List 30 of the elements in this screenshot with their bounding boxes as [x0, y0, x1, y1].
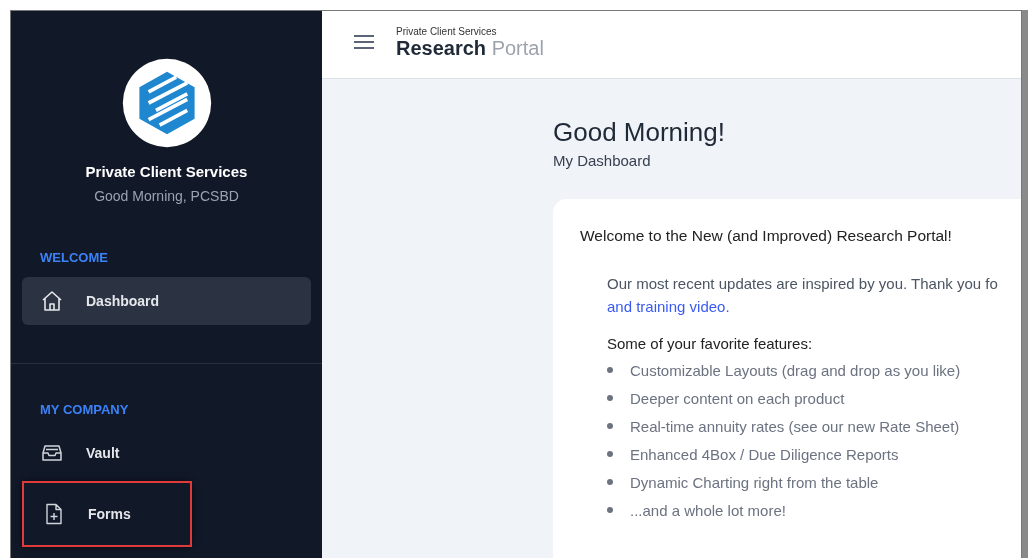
bullet-icon: [607, 479, 613, 485]
paragraph-text: Our most recent updates are inspired by you. Thank you fo: [607, 275, 998, 292]
feature-text: Real-time annuity rates (see our new Rate Sheet): [630, 417, 960, 435]
company-name: Private Client Services: [84, 163, 249, 180]
nav-item[interactable]: Vault: [22, 429, 311, 477]
feature-text: Enhanced 4Box / Due Diligence Reports: [630, 445, 899, 463]
menu-icon[interactable]: [354, 33, 374, 50]
feature-text: ...and a whole lot more!: [630, 501, 786, 519]
house-icon: [40, 289, 64, 313]
bullet-icon: [607, 423, 613, 429]
section-heading: MY COMPANY: [40, 402, 129, 417]
nav-item[interactable]: Dashboard: [22, 277, 311, 325]
bullet-icon: [607, 451, 613, 457]
greeting-text: Good Morning, PCSBD: [93, 188, 240, 204]
bullet-icon: [607, 507, 613, 513]
page-subtitle: My Dashboard: [553, 152, 652, 169]
card-title: Welcome to the New (and Improved) Research Portal!: [580, 227, 952, 245]
app-title: Research Portal: [396, 36, 544, 60]
feature-text: Deeper content on each product: [630, 389, 845, 407]
feature-text: Customizable Layouts (drag and drop as you like): [630, 361, 961, 379]
section-heading: WELCOME: [40, 250, 108, 265]
training-video-link[interactable]: and training video.: [607, 298, 730, 315]
bullet-icon: [607, 395, 613, 401]
feature-text: Dynamic Charting right from the table: [630, 473, 879, 491]
features-heading: Some of your favorite features:: [607, 335, 813, 352]
bullet-icon: [607, 367, 613, 373]
logo-icon: [120, 57, 213, 149]
brand-caption: Private Client Services: [396, 25, 498, 37]
nav-item[interactable]: Forms: [24, 483, 190, 545]
page-title: Good Morning!: [553, 117, 726, 148]
